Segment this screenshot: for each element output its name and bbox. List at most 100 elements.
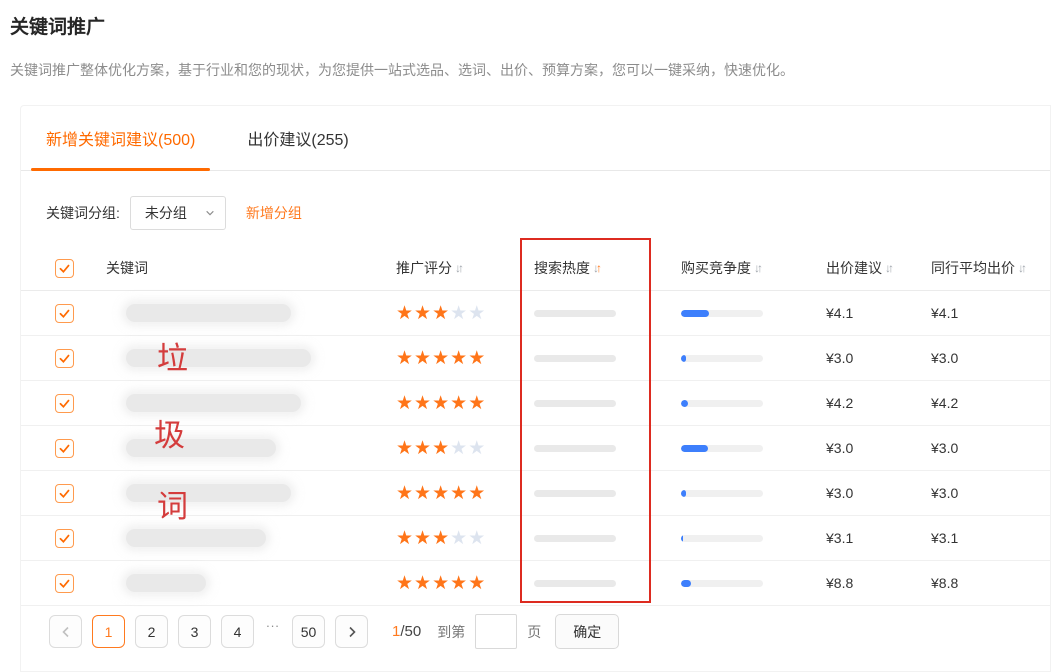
- row-checkbox[interactable]: [55, 394, 74, 413]
- search-heat-bar: [534, 445, 616, 452]
- competition-bar: [681, 490, 763, 497]
- col-header-keyword: 关键词: [106, 258, 396, 278]
- page-button-50[interactable]: 50: [292, 615, 325, 648]
- check-icon: [58, 352, 71, 365]
- page-title: 关键词推广: [10, 12, 105, 39]
- bid-value: ¥4.2: [826, 395, 853, 411]
- table-row: ★★★★★ ¥3.0 ¥3.0: [21, 336, 1051, 381]
- page-subtitle: 关键词推广整体优化方案，基于行业和您的现状，为您提供一站式选品、选词、出价、预算…: [10, 60, 794, 80]
- search-heat-bar: [534, 490, 616, 497]
- check-icon: [58, 262, 71, 275]
- row-checkbox[interactable]: [55, 349, 74, 368]
- promo-score-stars: ★★★★★: [396, 529, 486, 548]
- keyword-blurred: [126, 394, 301, 412]
- competition-bar: [681, 400, 763, 407]
- page-button-2[interactable]: 2: [135, 615, 168, 648]
- check-icon: [58, 577, 71, 590]
- prev-page-button[interactable]: [49, 615, 82, 648]
- promo-score-stars: ★★★★★: [396, 304, 486, 323]
- peer-avg-value: ¥3.1: [931, 530, 958, 546]
- tab-bar: 新增关键词建议(500) 出价建议(255): [21, 106, 1050, 171]
- keyword-group-value: 未分组: [145, 203, 187, 223]
- chevron-down-icon: [205, 208, 215, 218]
- competition-bar: [681, 355, 763, 362]
- table-row: ★★★★★ ¥3.0 ¥3.0: [21, 471, 1051, 516]
- check-icon: [58, 487, 71, 500]
- page-button-4[interactable]: 4: [221, 615, 254, 648]
- page-button-1[interactable]: 1: [92, 615, 125, 648]
- keyword-blurred: [126, 349, 311, 367]
- col-header-promo-score[interactable]: 推广评分 ↓↑: [396, 258, 531, 278]
- search-heat-bar: [534, 400, 616, 407]
- pagination: 1234...50 1/50 到第 页 确定: [49, 614, 619, 649]
- next-page-button[interactable]: [335, 615, 368, 648]
- keyword-blurred: [126, 574, 206, 592]
- promo-score-stars: ★★★★★: [396, 349, 486, 368]
- peer-avg-value: ¥4.1: [931, 305, 958, 321]
- check-icon: [58, 397, 71, 410]
- search-heat-bar: [534, 580, 616, 587]
- keyword-blurred: [126, 529, 266, 547]
- sort-icon: ↓↑: [1018, 262, 1027, 274]
- peer-avg-value: ¥3.0: [931, 350, 958, 366]
- keyword-group-label: 关键词分组:: [46, 203, 120, 223]
- bid-value: ¥8.8: [826, 575, 853, 591]
- keyword-blurred: [126, 439, 276, 457]
- bid-value: ¥4.1: [826, 305, 853, 321]
- row-checkbox[interactable]: [55, 574, 74, 593]
- bid-value: ¥3.1: [826, 530, 853, 546]
- table-row: ★★★★★ ¥4.1 ¥4.1: [21, 291, 1051, 336]
- sort-icon: ↓↑: [455, 262, 464, 274]
- promo-score-stars: ★★★★★: [396, 574, 486, 593]
- competition-bar: [681, 445, 763, 452]
- page-unit-label: 页: [527, 622, 541, 642]
- peer-avg-value: ¥4.2: [931, 395, 958, 411]
- check-icon: [58, 307, 71, 320]
- col-header-peer-avg-bid[interactable]: 同行平均出价 ↓↑: [931, 258, 1051, 278]
- row-checkbox[interactable]: [55, 529, 74, 548]
- keyword-group-dropdown[interactable]: 未分组: [130, 196, 226, 230]
- search-heat-bar: [534, 535, 616, 542]
- keyword-table: 关键词 推广评分 ↓↑ 搜索热度 ↓↑ 购买竞争度 ↓↑ 出价建议 ↓↑ 同行平…: [21, 246, 1051, 606]
- promo-score-stars: ★★★★★: [396, 394, 486, 413]
- col-header-buy-competition[interactable]: 购买竞争度 ↓↑: [681, 258, 826, 278]
- sort-icon: ↓↑: [754, 262, 763, 274]
- bid-value: ¥3.0: [826, 485, 853, 501]
- sort-icon-active: ↓↑: [593, 262, 602, 274]
- promo-score-stars: ★★★★★: [396, 484, 486, 503]
- tab-new-keyword-suggestions[interactable]: 新增关键词建议(500): [34, 106, 207, 170]
- table-row: ★★★★★ ¥4.2 ¥4.2: [21, 381, 1051, 426]
- check-icon: [58, 442, 71, 455]
- competition-bar: [681, 535, 763, 542]
- competition-bar: [681, 580, 763, 587]
- filter-row: 关键词分组: 未分组 新增分组: [46, 196, 1050, 230]
- row-checkbox[interactable]: [55, 439, 74, 458]
- select-all-checkbox[interactable]: [55, 259, 74, 278]
- sort-icon: ↓↑: [885, 262, 894, 274]
- goto-page-label: 到第: [437, 622, 465, 642]
- promo-score-stars: ★★★★★: [396, 439, 486, 458]
- peer-avg-value: ¥3.0: [931, 485, 958, 501]
- page-status: 1/50: [392, 623, 421, 640]
- add-group-link[interactable]: 新增分组: [246, 203, 302, 223]
- confirm-button[interactable]: 确定: [555, 614, 619, 649]
- bid-value: ¥3.0: [826, 440, 853, 456]
- row-checkbox[interactable]: [55, 304, 74, 323]
- table-row: ★★★★★ ¥3.1 ¥3.1: [21, 516, 1051, 561]
- competition-bar: [681, 310, 763, 317]
- search-heat-bar: [534, 310, 616, 317]
- page-buttons: 1234...50: [92, 615, 335, 648]
- check-icon: [58, 532, 71, 545]
- tab-bid-suggestions[interactable]: 出价建议(255): [235, 106, 360, 170]
- bid-value: ¥3.0: [826, 350, 853, 366]
- col-header-search-heat[interactable]: 搜索热度 ↓↑: [531, 258, 681, 278]
- keyword-suggestion-panel: 新增关键词建议(500) 出价建议(255) 关键词分组: 未分组 新增分组 关…: [20, 105, 1051, 672]
- row-checkbox[interactable]: [55, 484, 74, 503]
- goto-page-input[interactable]: [475, 614, 517, 649]
- peer-avg-value: ¥3.0: [931, 440, 958, 456]
- page-button-3[interactable]: 3: [178, 615, 211, 648]
- table-row: ★★★★★ ¥3.0 ¥3.0: [21, 426, 1051, 471]
- col-header-bid-suggestion[interactable]: 出价建议 ↓↑: [826, 258, 931, 278]
- chevron-left-icon: [60, 626, 72, 638]
- keyword-blurred: [126, 304, 291, 322]
